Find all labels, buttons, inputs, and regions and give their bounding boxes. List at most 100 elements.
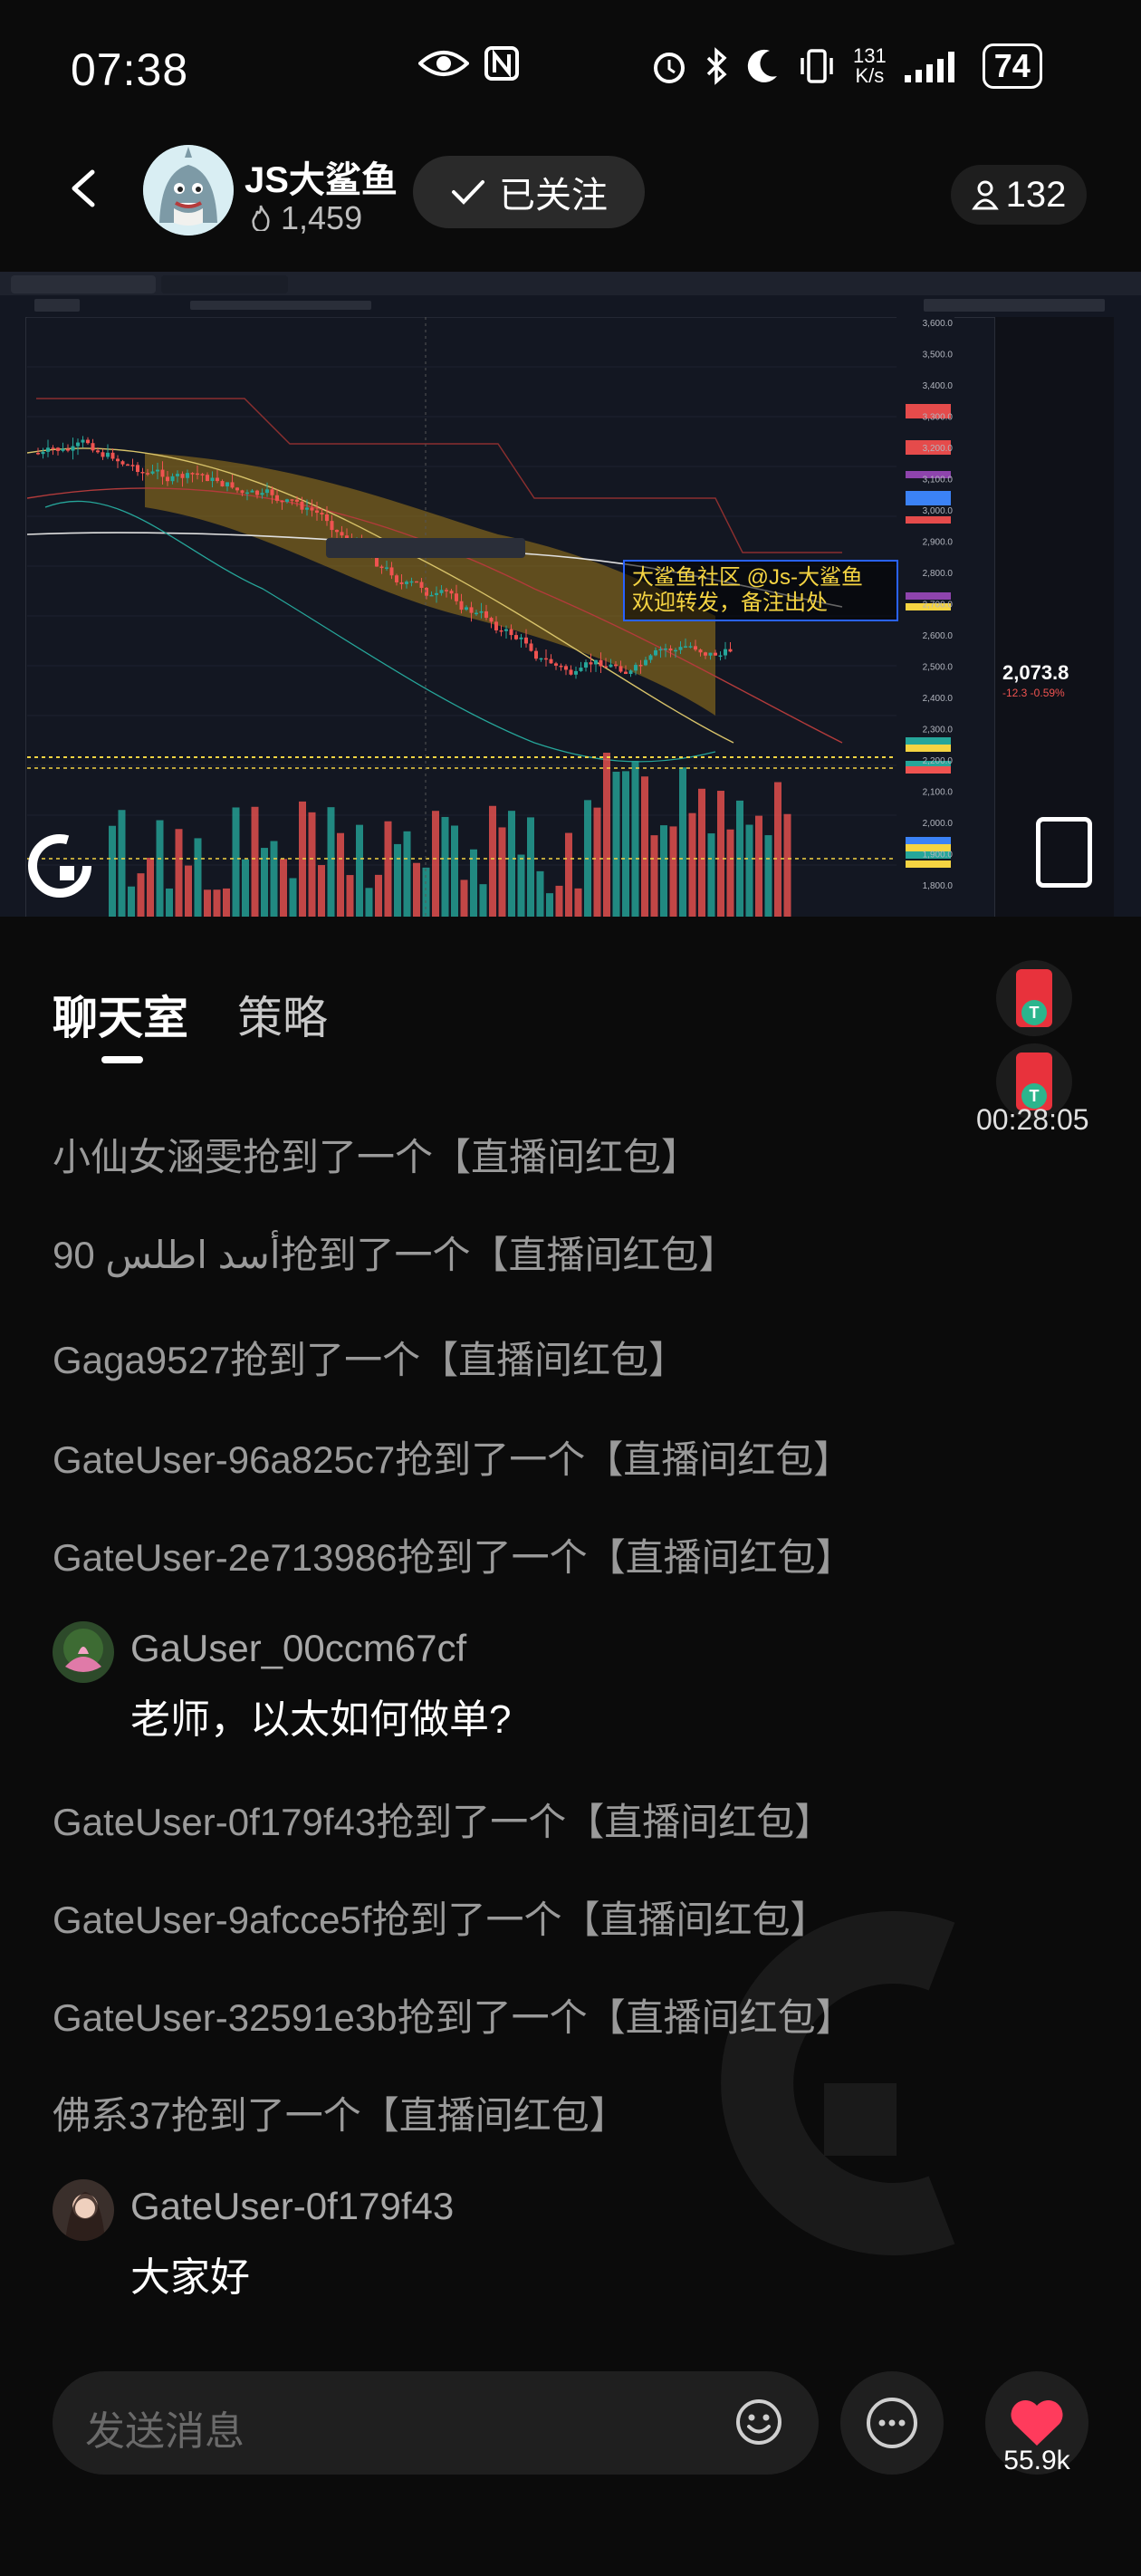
- candle-body: [245, 492, 249, 495]
- candle-body: [728, 649, 733, 652]
- system-message: 佛系37抢到了一个【直播间红包】: [53, 2094, 628, 2137]
- candle-body: [459, 601, 464, 610]
- candle-body: [41, 451, 45, 455]
- candle-body: [285, 499, 289, 503]
- candle-body: [180, 474, 185, 478]
- volume-bar: [774, 782, 781, 917]
- price-tick-label: 2,800.0: [923, 569, 954, 579]
- user-avatar[interactable]: [53, 1621, 114, 1683]
- candle-body: [694, 646, 697, 650]
- background-logo-icon: [721, 1911, 955, 2255]
- price-tick-label: 1,900.0: [923, 851, 954, 860]
- chart-watermark: 大鲨鱼社区 @Js-大鲨鱼 欢迎转发，备注出处: [623, 560, 898, 621]
- token-coin-icon: T: [1021, 1000, 1047, 1025]
- candle-body: [579, 668, 583, 671]
- price-tag: [906, 745, 951, 752]
- live-chart-stream[interactable]: 3,600.0 3,500.0 3,400.0 3,300.0 3,200.0 3,100…: [0, 272, 1141, 917]
- volume-bar: [622, 771, 629, 917]
- rotate-screen-icon[interactable]: [1036, 817, 1092, 888]
- candle-body: [310, 507, 314, 511]
- candle-body: [634, 665, 638, 671]
- volume-bar: [375, 874, 382, 917]
- price-tag: [906, 766, 951, 774]
- candle-body: [465, 607, 468, 610]
- volume-bar: [555, 885, 563, 917]
- follow-button[interactable]: 已关注: [413, 156, 645, 228]
- user-avatar[interactable]: [53, 2179, 114, 2241]
- candle-body: [644, 659, 647, 666]
- volume-bar: [270, 841, 278, 917]
- volume-bar: [470, 849, 477, 917]
- volume-bar: [223, 888, 230, 917]
- volume-bar: [489, 805, 496, 917]
- system-message: GateUser-96a825c7抢到了一个【直播间红包】: [53, 1438, 852, 1481]
- candle-body: [489, 618, 494, 622]
- candle-body: [624, 671, 628, 675]
- candle-body: [439, 590, 444, 593]
- candle-body: [584, 662, 588, 668]
- volume-bar: [527, 817, 534, 917]
- system-message: 90 أسد اطلس抢到了一个【直播间红包】: [53, 1234, 737, 1276]
- volume-bar: [631, 761, 639, 917]
- candle-body: [265, 489, 269, 494]
- candle-body: [91, 443, 95, 451]
- user-name[interactable]: GaUser_00ccm67cf: [130, 1627, 466, 1670]
- volume-bar: [280, 859, 287, 917]
- candle-body: [708, 652, 713, 656]
- tab-chat[interactable]: 聊天室: [53, 982, 188, 1047]
- volume-bar: [603, 753, 610, 917]
- candle-body: [479, 610, 484, 613]
- volume-bar: [755, 815, 762, 917]
- left-drawing-tools: [0, 317, 26, 917]
- host-avatar[interactable]: [143, 145, 234, 235]
- price-tick-label: 3,300.0: [923, 413, 954, 423]
- volume-bar: [460, 879, 468, 917]
- shark-avatar-icon: [143, 145, 234, 235]
- emoji-icon[interactable]: [735, 2398, 782, 2446]
- browser-tab-bar: [0, 272, 1141, 295]
- candle-body: [190, 473, 195, 475]
- volume-bar: [337, 832, 344, 917]
- candle-body: [210, 477, 215, 482]
- portrait-avatar-icon: [53, 2179, 114, 2241]
- status-left-icons: [418, 45, 520, 82]
- volume-bar: [118, 810, 126, 917]
- volume-bar: [679, 767, 686, 917]
- candle-body: [216, 477, 219, 482]
- user-name[interactable]: GateUser-0f179f43: [130, 2185, 454, 2228]
- candle-body: [509, 629, 513, 636]
- volume-bar: [185, 865, 192, 917]
- volume-bar: [166, 888, 173, 917]
- volume-bar: [213, 889, 221, 917]
- candle-body: [609, 664, 613, 668]
- price-tag: [906, 491, 951, 498]
- tab-active-indicator: [101, 1056, 143, 1063]
- volume-bar: [698, 788, 705, 917]
- more-button[interactable]: [840, 2371, 944, 2475]
- bluetooth-icon: [706, 47, 727, 85]
- tab-strategy[interactable]: 策略: [237, 982, 328, 1047]
- back-arrow-icon[interactable]: [63, 168, 103, 208]
- candle-body: [156, 469, 159, 472]
- volume-bar: [726, 829, 734, 917]
- price-tag: [906, 837, 951, 844]
- volume-bar: [251, 806, 259, 917]
- live-logo-icon: [28, 834, 91, 898]
- candle-body: [130, 465, 135, 466]
- candle-body: [499, 630, 503, 632]
- candle-body: [110, 452, 115, 459]
- volume-bar: [764, 835, 772, 917]
- volume-bar: [128, 886, 135, 917]
- volume-bar: [327, 807, 335, 917]
- volume-bar: [394, 843, 401, 917]
- volume-bar: [508, 811, 515, 917]
- red-packet-button[interactable]: T: [996, 960, 1072, 1036]
- price-tick-label: 2,100.0: [923, 788, 954, 798]
- candle-body: [250, 490, 254, 493]
- volume-bar: [147, 858, 154, 917]
- viewer-count-button[interactable]: 132: [951, 165, 1087, 225]
- candle-body: [106, 452, 110, 457]
- candle-body: [534, 650, 538, 659]
- volume-bar: [451, 825, 458, 917]
- price-tag: [906, 516, 951, 524]
